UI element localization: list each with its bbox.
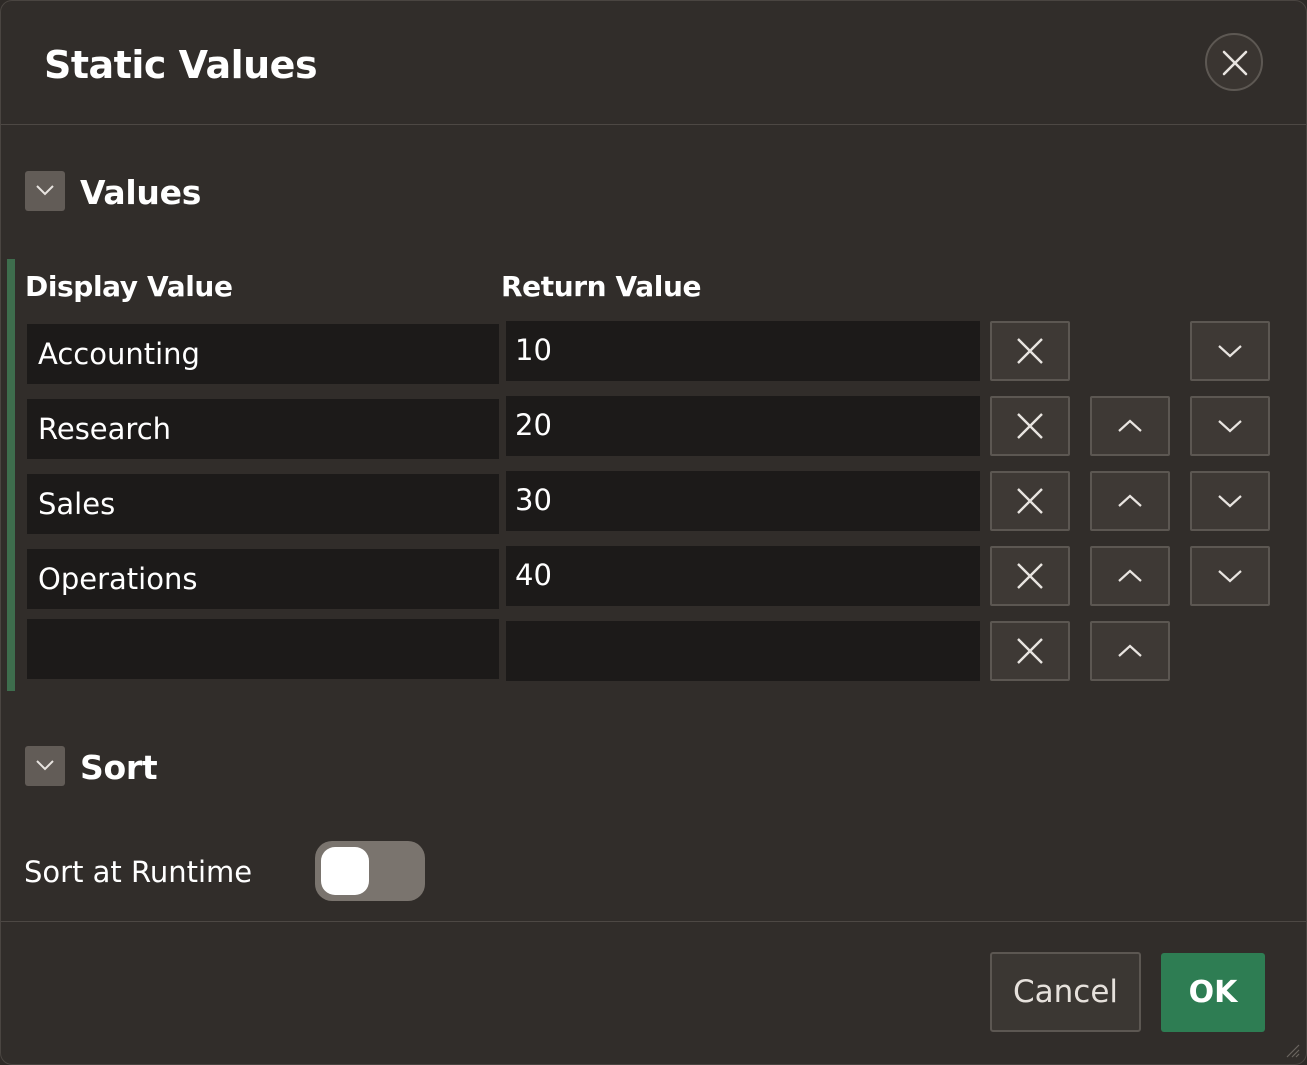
return-value-input[interactable]: 30 bbox=[506, 471, 980, 531]
dialog-title: Static Values bbox=[44, 43, 318, 87]
chevron-down-icon bbox=[1218, 420, 1242, 433]
move-down-button[interactable] bbox=[1190, 396, 1270, 456]
sort-at-runtime-label: Sort at Runtime bbox=[24, 855, 253, 889]
display-value-input[interactable]: Accounting bbox=[27, 324, 499, 384]
chevron-up-icon bbox=[1118, 644, 1142, 657]
chevron-up-icon bbox=[1118, 419, 1142, 432]
display-value-input[interactable]: Research bbox=[27, 399, 499, 459]
move-up-button[interactable] bbox=[1090, 546, 1170, 606]
close-icon bbox=[1017, 638, 1043, 664]
move-up-button[interactable] bbox=[1090, 396, 1170, 456]
return-value-header: Return Value bbox=[501, 270, 702, 303]
chevron-down-icon bbox=[1218, 345, 1242, 358]
cancel-button[interactable]: Cancel bbox=[990, 952, 1141, 1032]
remove-row-button[interactable] bbox=[990, 396, 1070, 456]
move-down-button[interactable] bbox=[1190, 546, 1270, 606]
chevron-down-icon bbox=[1218, 495, 1242, 508]
move-down-button[interactable] bbox=[1190, 321, 1270, 381]
chevron-down-icon bbox=[1218, 570, 1242, 583]
dialog-header: Static Values bbox=[1, 1, 1306, 125]
display-value-input[interactable] bbox=[27, 619, 499, 679]
resize-grip-icon[interactable] bbox=[1284, 1042, 1300, 1058]
move-up-button[interactable] bbox=[1090, 621, 1170, 681]
chevron-down-icon bbox=[36, 185, 54, 196]
display-value-input[interactable]: Operations bbox=[27, 549, 499, 609]
ok-button[interactable]: OK bbox=[1161, 953, 1265, 1032]
values-section-title: Values bbox=[80, 173, 202, 212]
sort-at-runtime-toggle[interactable] bbox=[315, 841, 425, 901]
remove-row-button[interactable] bbox=[990, 471, 1070, 531]
sort-section-title: Sort bbox=[80, 748, 158, 787]
chevron-up-icon bbox=[1118, 494, 1142, 507]
chevron-up-icon bbox=[1118, 569, 1142, 582]
close-button[interactable] bbox=[1205, 33, 1263, 91]
chevron-down-icon bbox=[36, 760, 54, 771]
grid-accent-bar bbox=[7, 259, 15, 691]
close-icon bbox=[1222, 50, 1248, 76]
remove-row-button[interactable] bbox=[990, 621, 1070, 681]
close-icon bbox=[1017, 413, 1043, 439]
values-section-toggle[interactable] bbox=[25, 171, 65, 211]
remove-row-button[interactable] bbox=[990, 546, 1070, 606]
toggle-knob bbox=[321, 847, 369, 895]
display-value-input[interactable]: Sales bbox=[27, 474, 499, 534]
move-down-button[interactable] bbox=[1190, 471, 1270, 531]
move-up-button[interactable] bbox=[1090, 471, 1170, 531]
return-value-input[interactable] bbox=[506, 621, 980, 681]
close-icon bbox=[1017, 488, 1043, 514]
return-value-input[interactable]: 40 bbox=[506, 546, 980, 606]
sort-section-toggle[interactable] bbox=[25, 746, 65, 786]
display-value-header: Display Value bbox=[25, 270, 233, 303]
close-icon bbox=[1017, 563, 1043, 589]
return-value-input[interactable]: 10 bbox=[506, 321, 980, 381]
static-values-dialog: Static Values Values Display Value Retur… bbox=[0, 0, 1307, 1065]
remove-row-button[interactable] bbox=[990, 321, 1070, 381]
close-icon bbox=[1017, 338, 1043, 364]
return-value-input[interactable]: 20 bbox=[506, 396, 980, 456]
